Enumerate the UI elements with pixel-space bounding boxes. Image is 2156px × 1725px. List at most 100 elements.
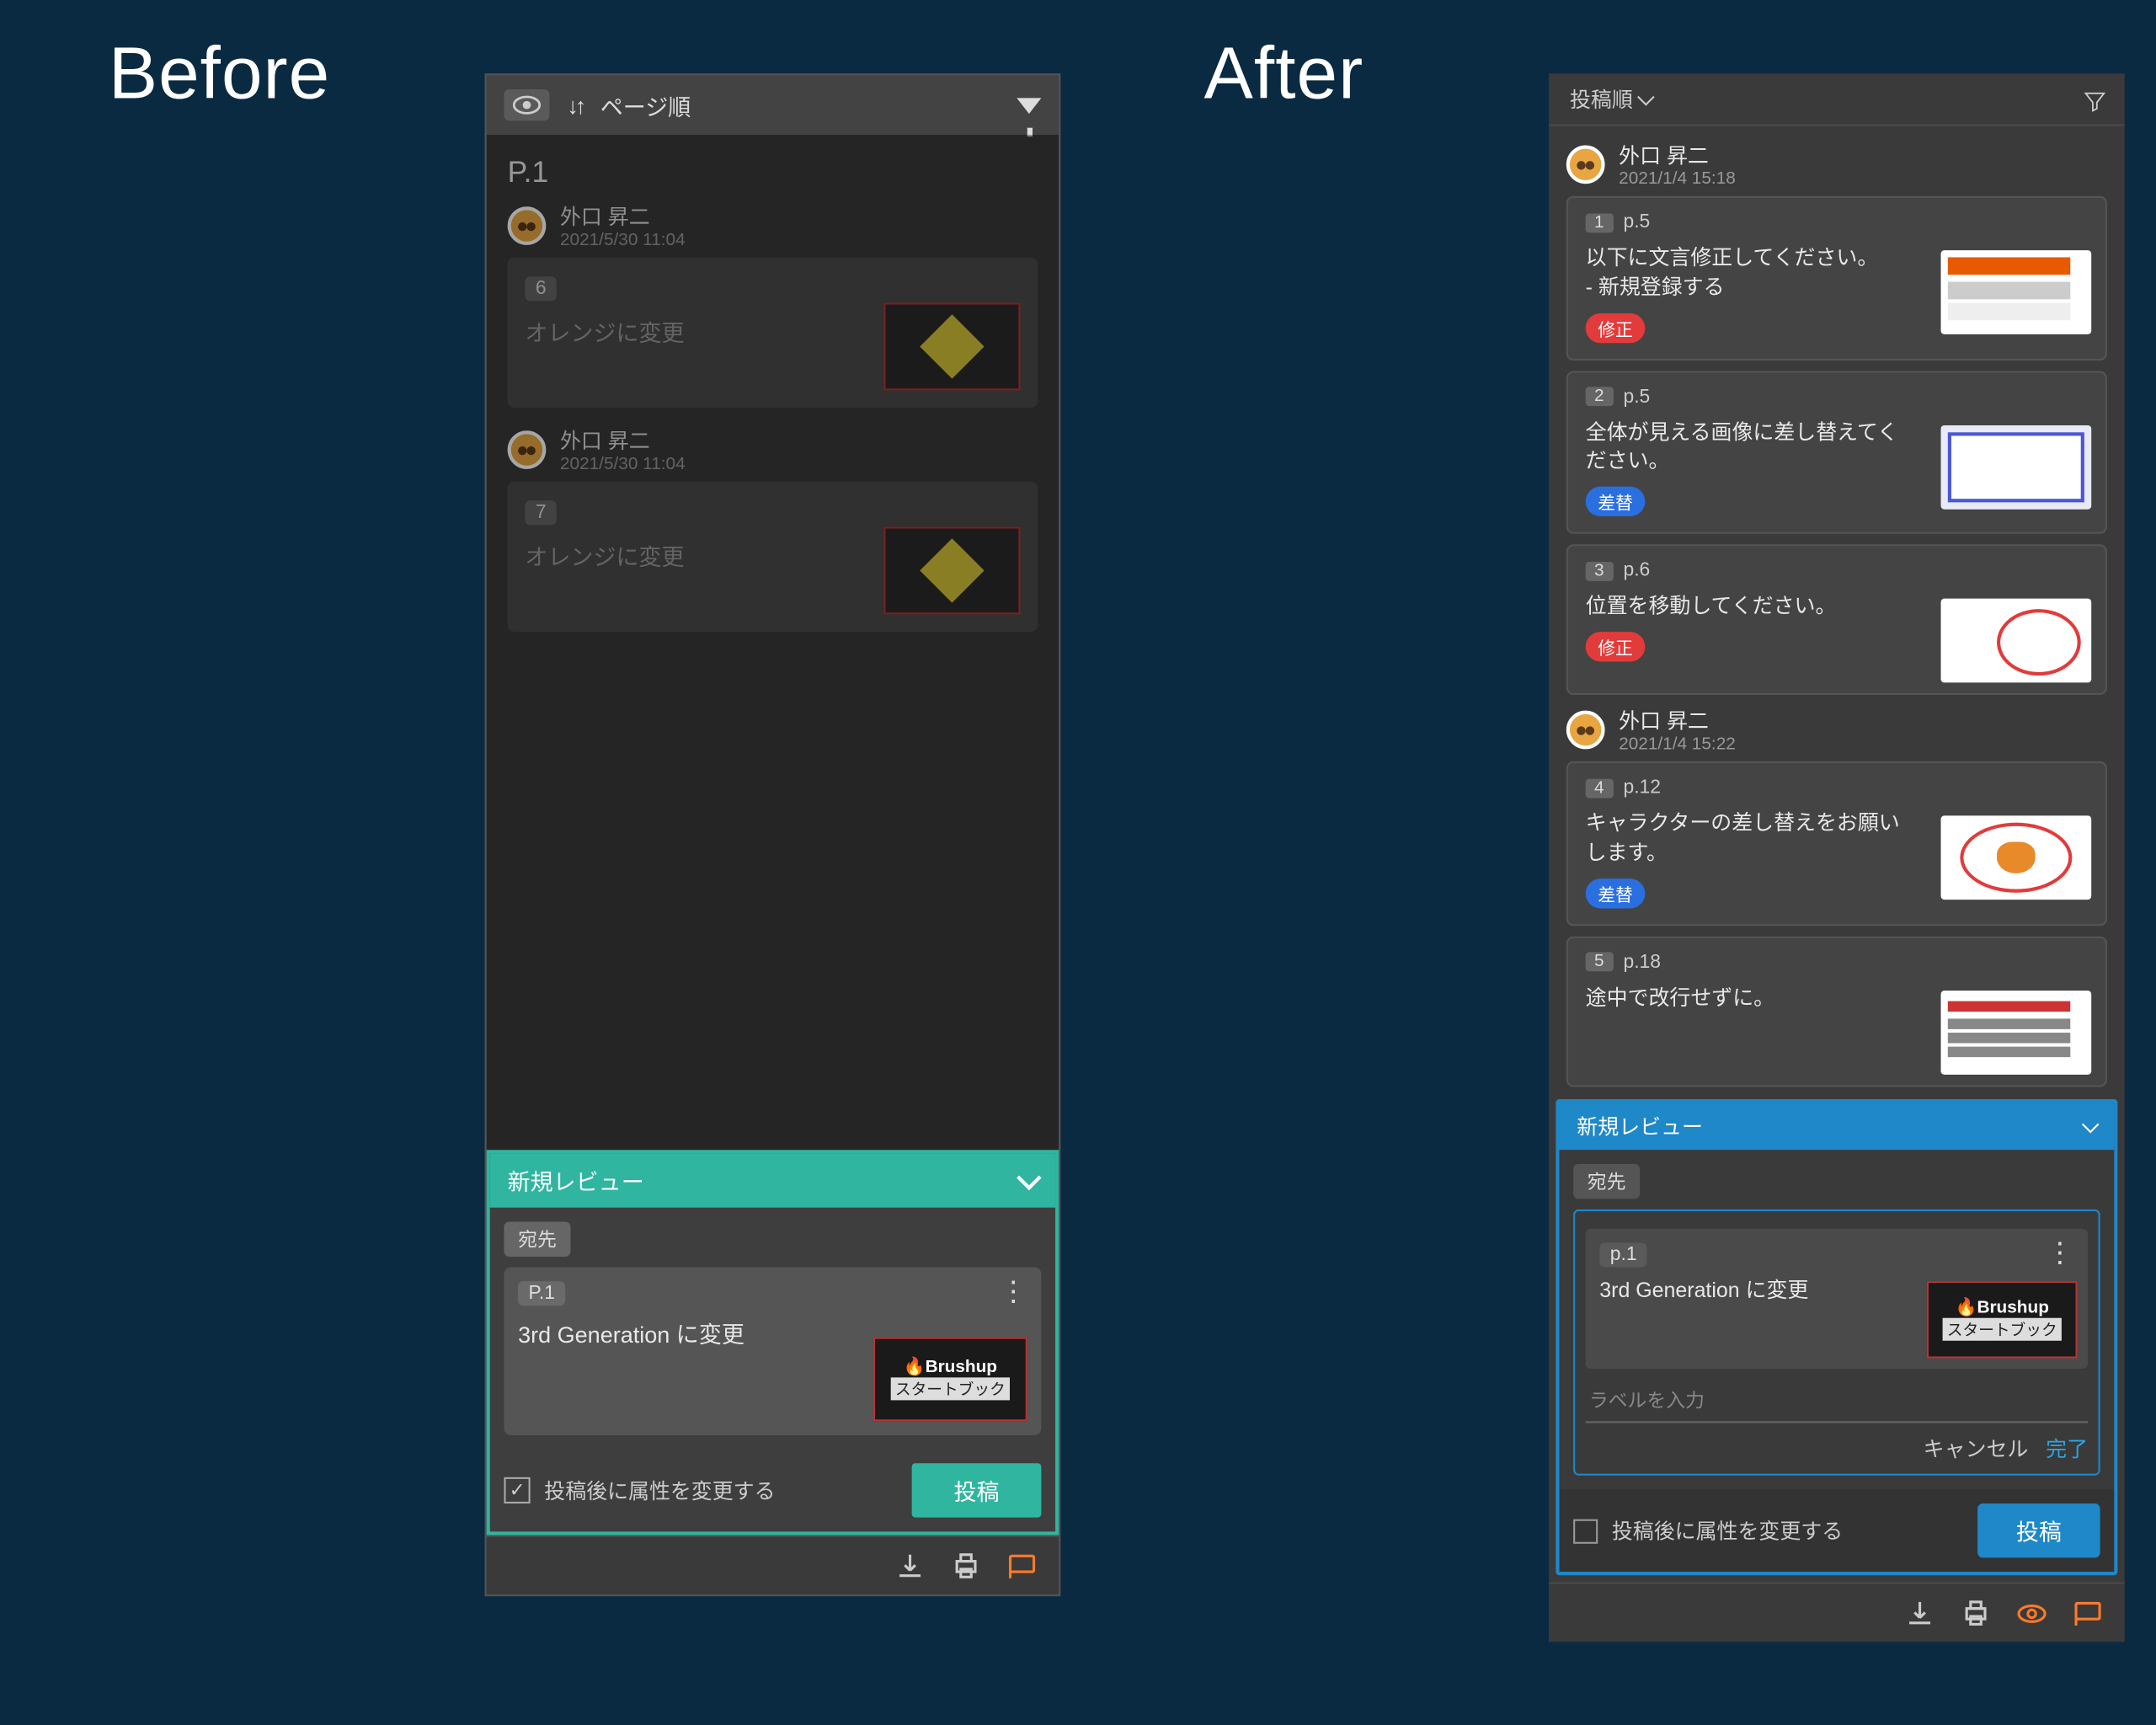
page-ref: p.18: [1623, 952, 1661, 973]
avatar: [508, 430, 547, 469]
sort-icon: ↓↑: [567, 92, 583, 118]
comment-timestamp: 2021/5/30 11:04: [560, 455, 686, 474]
comment-timestamp: 2021/5/30 11:04: [560, 231, 686, 250]
comment-header: 外口 昇二2021/1/4 15:22: [1566, 706, 2107, 755]
before-topbar: ↓↑ ページ順: [487, 75, 1059, 135]
heading-after: After: [1204, 31, 1364, 115]
compose-title: 新規レビュー: [1577, 1112, 1703, 1141]
change-attr-checkbox[interactable]: [504, 1477, 530, 1503]
comment-thumbnail: [883, 302, 1020, 390]
comment-text: 位置を移動してください。: [1586, 592, 1919, 622]
compose-header[interactable]: 新規レビュー: [490, 1153, 1055, 1207]
comment-text: 以下に文言修正してください。- 新規登録する: [1586, 243, 1919, 302]
chevron-down-icon: [1637, 88, 1655, 106]
done-button[interactable]: 完了: [2046, 1434, 2088, 1463]
post-button[interactable]: 投稿: [1977, 1503, 2100, 1557]
to-field[interactable]: 宛先: [1573, 1164, 1640, 1199]
panel-before: ↓↑ ページ順 P.1 外口 昇二 2021/5/30 11:04 6 オレンジ…: [485, 73, 1061, 1596]
visibility-toggle[interactable]: [504, 89, 549, 120]
comment-number-badge: 7: [525, 500, 557, 525]
compose-header[interactable]: 新規レビュー: [1559, 1103, 2114, 1150]
before-bottombar: [487, 1535, 1059, 1594]
comment-card[interactable]: 4 p.12 キャラクターの差し替えをお願いします。差替: [1566, 761, 2107, 925]
change-attr-label: 投稿後に属性を変更する: [544, 1476, 898, 1505]
compose-thumbnail: 🔥Brushup スタートブック: [1927, 1281, 2078, 1358]
compose-card: p.1 ⋮ 3rd Generation に変更 🔥Brushup スタートブッ…: [1586, 1229, 2088, 1369]
sort-label[interactable]: ページ順: [600, 88, 691, 121]
page-badge: p.1: [1599, 1242, 1647, 1267]
comment-header: 外口 昇二2021/1/4 15:18: [1566, 140, 2107, 189]
comment-icon[interactable]: [1006, 1550, 1038, 1581]
download-icon[interactable]: [1904, 1597, 1935, 1628]
comment-author: 外口 昇二: [1619, 706, 1736, 735]
comment-icon[interactable]: [2072, 1597, 2103, 1628]
comment-header: 外口 昇二 2021/5/30 11:04: [508, 425, 1038, 474]
comment-author: 外口 昇二: [560, 425, 686, 455]
comment-number-badge: 5: [1586, 953, 1613, 972]
page-ref: p.5: [1623, 386, 1650, 407]
avatar: [1566, 145, 1605, 184]
filter-icon[interactable]: [1017, 97, 1041, 113]
avatar: [508, 206, 547, 245]
status-tag: 修正: [1586, 632, 1646, 661]
label-input[interactable]: ラベルを入力: [1586, 1379, 2088, 1423]
after-bottombar: [1549, 1583, 2125, 1642]
comment-thumbnail: [883, 526, 1020, 614]
page-title: P.1: [508, 156, 1038, 191]
comment-text: 途中で改行せずに。: [1586, 983, 1919, 1012]
comment-text: 全体が見える画像に差し替えてください。: [1586, 418, 1919, 477]
comment-card[interactable]: 6 オレンジに変更: [508, 257, 1038, 408]
comment-number-badge: 4: [1586, 778, 1613, 798]
change-attr-label: 投稿後に属性を変更する: [1612, 1516, 1964, 1546]
comment-thumbnail: [1941, 991, 2092, 1075]
to-field[interactable]: 宛先: [504, 1221, 570, 1257]
comment-card[interactable]: 1 p.5 以下に文言修正してください。- 新規登録する修正: [1566, 196, 2107, 360]
sort-dropdown[interactable]: 投稿順: [1570, 84, 1652, 114]
compose-inner: p.1 ⋮ 3rd Generation に変更 🔥Brushup スタートブッ…: [1573, 1210, 2100, 1476]
status-tag: 差替: [1586, 487, 1646, 516]
comment-author: 外口 昇二: [1619, 140, 1736, 169]
comment-thumbnail: [1941, 250, 2092, 334]
compose-card: P.1 ⋮ 3rd Generation に変更 🔥Brushup スタートブッ…: [504, 1267, 1041, 1434]
comment-card[interactable]: 2 p.5 全体が見える画像に差し替えてください。差替: [1566, 371, 2107, 534]
page-ref: p.5: [1623, 211, 1650, 232]
chevron-down-icon: [2082, 1116, 2100, 1134]
filter-icon[interactable]: [2083, 88, 2104, 109]
download-icon[interactable]: [894, 1550, 926, 1581]
change-attr-checkbox[interactable]: [1573, 1519, 1598, 1543]
comment-header: 外口 昇二 2021/5/30 11:04: [508, 201, 1038, 250]
comment-timestamp: 2021/1/4 15:22: [1619, 735, 1736, 755]
compose-container: 新規レビュー 宛先 p.1 ⋮ 3rd Generation に変更 🔥Brus…: [1556, 1099, 2117, 1575]
status-tag: 修正: [1586, 312, 1646, 342]
status-tag: 差替: [1586, 879, 1646, 908]
comment-number-badge: 1: [1586, 212, 1613, 232]
after-topbar: 投稿順: [1549, 73, 2125, 126]
comment-author: 外口 昇二: [560, 201, 686, 231]
avatar: [1566, 711, 1605, 750]
print-icon[interactable]: [950, 1550, 981, 1581]
comment-number-badge: 3: [1586, 561, 1613, 580]
page-badge: P.1: [518, 1281, 565, 1306]
compose-container: 新規レビュー 宛先 P.1 ⋮ 3rd Generation に変更 🔥Brus…: [487, 1150, 1059, 1535]
comment-thumbnail: [1941, 816, 2092, 900]
compose-thumbnail: 🔥Brushup スタートブック: [873, 1338, 1027, 1422]
more-icon[interactable]: ⋮: [2046, 1247, 2073, 1264]
page-ref: p.6: [1623, 560, 1650, 581]
print-icon[interactable]: [1960, 1597, 1991, 1628]
page-ref: p.12: [1623, 777, 1661, 798]
chevron-down-icon: [1017, 1165, 1041, 1189]
more-icon[interactable]: ⋮: [1000, 1284, 1027, 1302]
comment-card[interactable]: 7 オレンジに変更: [508, 481, 1038, 632]
comment-card[interactable]: 3 p.6 位置を移動してください。修正: [1566, 545, 2107, 696]
cancel-button[interactable]: キャンセル: [1924, 1434, 2029, 1463]
sort-label: 投稿順: [1570, 84, 1633, 114]
comment-thumbnail: [1941, 599, 2092, 683]
panel-after: 投稿順 外口 昇二2021/1/4 15:18 1 p.5 以下に文言修正してください…: [1549, 73, 2125, 1642]
heading-before: Before: [109, 31, 330, 115]
comment-thumbnail: [1941, 425, 2092, 509]
post-button[interactable]: 投稿: [912, 1463, 1042, 1517]
visibility-icon[interactable]: [2016, 1597, 2047, 1628]
comment-card[interactable]: 5 p.18 途中で改行せずに。: [1566, 936, 2107, 1087]
comment-text: キャラクターの差し替えをお願いします。: [1586, 809, 1919, 868]
comment-number-badge: 2: [1586, 387, 1613, 406]
